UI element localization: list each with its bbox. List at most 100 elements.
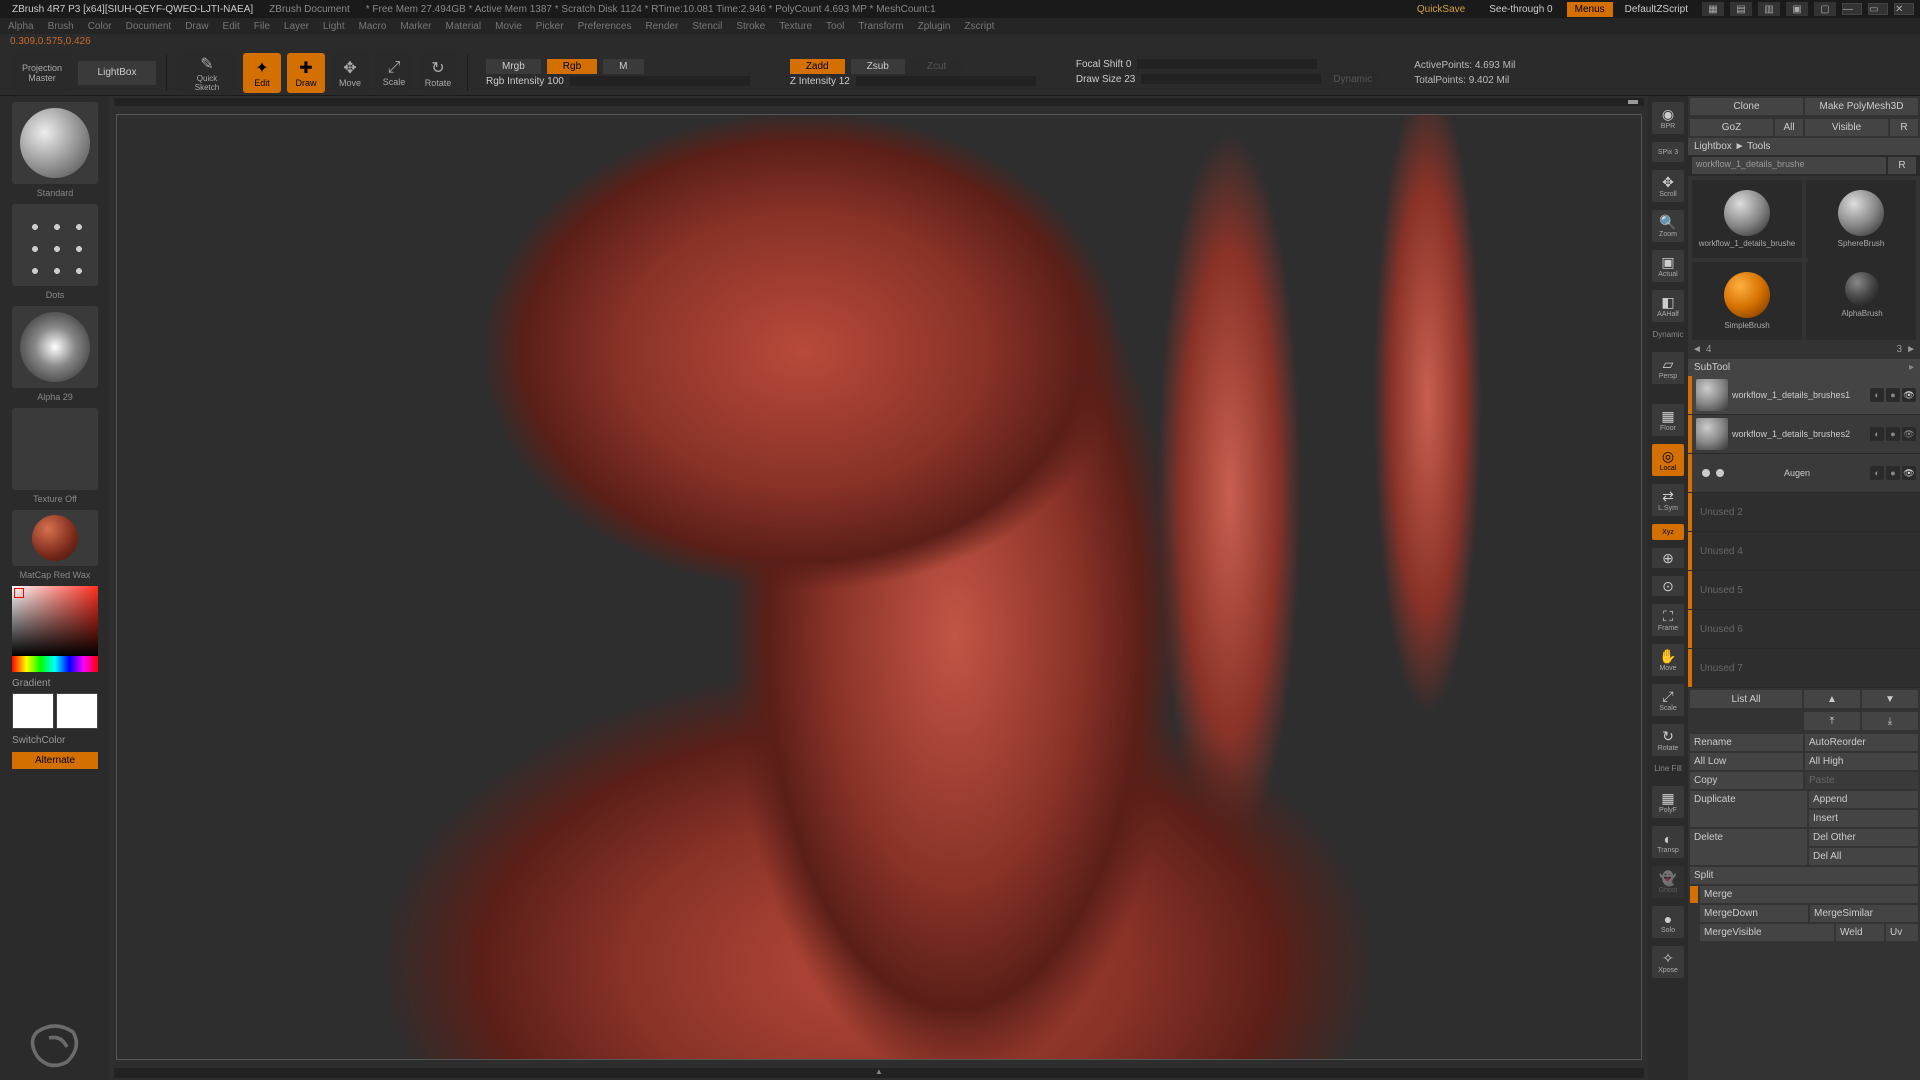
del-all-button[interactable]: Del All bbox=[1809, 848, 1918, 865]
tool-nav-right[interactable]: ► bbox=[1906, 344, 1916, 355]
gradient-toggle[interactable]: Gradient bbox=[12, 676, 98, 689]
pivot-clear-icon[interactable]: ⊙ bbox=[1652, 576, 1684, 596]
layout-icon-4[interactable]: ▣ bbox=[1786, 2, 1808, 16]
local-button[interactable]: ◎Local bbox=[1652, 444, 1684, 476]
eye-icon[interactable]: 👁 bbox=[1902, 466, 1916, 480]
menu-picker[interactable]: Picker bbox=[536, 21, 564, 32]
merge-section[interactable]: Merge bbox=[1700, 886, 1918, 903]
subtool-header[interactable]: SubTool▸ bbox=[1688, 359, 1920, 376]
move-down-icon[interactable]: ▼ bbox=[1862, 690, 1918, 708]
viewport[interactable] bbox=[116, 114, 1642, 1060]
switchcolor-button[interactable]: SwitchColor bbox=[12, 733, 98, 748]
menu-alpha[interactable]: Alpha bbox=[8, 21, 34, 32]
make-polymesh-button[interactable]: Make PolyMesh3D bbox=[1805, 98, 1918, 115]
menu-file[interactable]: File bbox=[254, 21, 270, 32]
paste-button[interactable]: Paste bbox=[1805, 772, 1918, 789]
frame-button[interactable]: ⛶Frame bbox=[1652, 604, 1684, 636]
zoom-button[interactable]: 🔍Zoom bbox=[1652, 210, 1684, 242]
defaultscript-button[interactable]: DefaultZScript bbox=[1617, 4, 1696, 15]
persp-button[interactable]: ▱Persp bbox=[1652, 352, 1684, 384]
mergevisible-button[interactable]: MergeVisible bbox=[1700, 924, 1834, 941]
menu-stroke[interactable]: Stroke bbox=[736, 21, 765, 32]
menu-draw[interactable]: Draw bbox=[185, 21, 208, 32]
menus-button[interactable]: Menus bbox=[1567, 2, 1613, 17]
alternate-button[interactable]: Alternate bbox=[12, 752, 98, 769]
goz-r-button[interactable]: R bbox=[1890, 119, 1918, 136]
texture-selector[interactable]: Texture Off bbox=[12, 408, 98, 490]
weld-button[interactable]: Weld bbox=[1836, 924, 1884, 941]
menu-brush[interactable]: Brush bbox=[48, 21, 74, 32]
stroke-selector[interactable]: Dots bbox=[12, 204, 98, 286]
quicksave-button[interactable]: QuickSave bbox=[1407, 4, 1475, 15]
menu-tool[interactable]: Tool bbox=[826, 21, 844, 32]
eye-icon[interactable]: 👁 bbox=[1902, 388, 1916, 402]
lightbox-tools-button[interactable]: Lightbox ► Tools bbox=[1688, 138, 1920, 155]
menu-macro[interactable]: Macro bbox=[359, 21, 387, 32]
menu-edit[interactable]: Edit bbox=[223, 21, 240, 32]
tool-thumb-spherebrush[interactable]: SphereBrush bbox=[1806, 180, 1916, 258]
nav-move-button[interactable]: ✋Move bbox=[1652, 644, 1684, 676]
edit-button[interactable]: ✦Edit bbox=[243, 53, 281, 93]
polyf-button[interactable]: ▦PolyF bbox=[1652, 786, 1684, 818]
tool-nav-left[interactable]: ◄ bbox=[1692, 344, 1702, 355]
split-section[interactable]: Split bbox=[1690, 867, 1918, 884]
clone-button[interactable]: Clone bbox=[1690, 98, 1803, 115]
menu-texture[interactable]: Texture bbox=[779, 21, 812, 32]
transp-button[interactable]: ◐Transp bbox=[1652, 826, 1684, 858]
projection-master-button[interactable]: Projection Master bbox=[12, 53, 72, 93]
copy-button[interactable]: Copy bbox=[1690, 772, 1803, 789]
menu-render[interactable]: Render bbox=[646, 21, 679, 32]
color-picker[interactable] bbox=[12, 586, 98, 672]
mrgb-button[interactable]: Mrgb bbox=[486, 59, 541, 74]
menu-movie[interactable]: Movie bbox=[495, 21, 522, 32]
rotate-button[interactable]: ↻Rotate bbox=[419, 53, 457, 93]
z-intensity-slider[interactable]: Z Intensity 12 bbox=[790, 76, 850, 87]
focal-shift-slider[interactable]: Focal Shift 0 bbox=[1076, 59, 1132, 70]
rgb-intensity-slider[interactable]: Rgb Intensity 100 bbox=[486, 76, 564, 87]
zcut-button[interactable]: Zcut bbox=[911, 59, 962, 74]
ghost-button[interactable]: 👻Ghost bbox=[1652, 866, 1684, 898]
minimize-icon[interactable]: — bbox=[1842, 3, 1862, 15]
tool-thumb-simplebrush[interactable]: SimpleBrush bbox=[1692, 262, 1802, 340]
layout-icon-2[interactable]: ▤ bbox=[1730, 2, 1752, 16]
delete-button[interactable]: Delete bbox=[1690, 829, 1807, 865]
menu-layer[interactable]: Layer bbox=[284, 21, 309, 32]
append-button[interactable]: Append bbox=[1809, 791, 1918, 808]
pivot-set-icon[interactable]: ⊕ bbox=[1652, 548, 1684, 568]
mergedown-button[interactable]: MergeDown bbox=[1700, 905, 1808, 922]
duplicate-button[interactable]: Duplicate bbox=[1690, 791, 1807, 827]
nav-rotate-button[interactable]: ↻Rotate bbox=[1652, 724, 1684, 756]
xpose-button[interactable]: ✧Xpose bbox=[1652, 946, 1684, 978]
subtool-item-3[interactable]: Augen ◐●👁 bbox=[1688, 454, 1920, 492]
list-all-button[interactable]: List All bbox=[1690, 690, 1802, 708]
quick-sketch-button[interactable]: ✎Quick Sketch bbox=[177, 53, 237, 93]
draw-button[interactable]: ✚Draw bbox=[287, 53, 325, 93]
draw-size-slider[interactable]: Draw Size 23 bbox=[1076, 74, 1135, 85]
see-through-slider[interactable]: See-through 0 bbox=[1479, 4, 1562, 15]
current-tool-name[interactable]: workflow_1_details_brushe bbox=[1692, 157, 1886, 174]
all-low-button[interactable]: All Low bbox=[1690, 753, 1803, 770]
aahalf-button[interactable]: ◧AAHalf bbox=[1652, 290, 1684, 322]
m-button[interactable]: M bbox=[603, 59, 643, 74]
bottom-handle[interactable] bbox=[114, 1068, 1644, 1078]
spix-slider[interactable]: SPix 3 bbox=[1652, 142, 1684, 162]
insert-button[interactable]: Insert bbox=[1809, 810, 1918, 827]
uv-button[interactable]: Uv bbox=[1886, 924, 1918, 941]
menu-preferences[interactable]: Preferences bbox=[578, 21, 632, 32]
alpha-selector[interactable]: Alpha 29 bbox=[12, 306, 98, 388]
scale-button[interactable]: ⤢Scale bbox=[375, 53, 413, 93]
color-swatches[interactable] bbox=[12, 693, 98, 729]
zadd-button[interactable]: Zadd bbox=[790, 59, 845, 74]
menu-document[interactable]: Document bbox=[126, 21, 172, 32]
close-icon[interactable]: ✕ bbox=[1894, 3, 1914, 15]
dynamic-toggle[interactable]: Dynamic bbox=[1327, 72, 1378, 87]
all-high-button[interactable]: All High bbox=[1805, 753, 1918, 770]
menu-zscript[interactable]: Zscript bbox=[964, 21, 994, 32]
tool-r-button[interactable]: R bbox=[1888, 157, 1916, 174]
autoreorder-button[interactable]: AutoReorder bbox=[1805, 734, 1918, 751]
zsub-button[interactable]: Zsub bbox=[851, 59, 905, 74]
timeline-bar[interactable] bbox=[114, 98, 1644, 106]
floor-button[interactable]: ▦Floor bbox=[1652, 404, 1684, 436]
menu-color[interactable]: Color bbox=[88, 21, 112, 32]
goz-button[interactable]: GoZ bbox=[1690, 119, 1773, 136]
